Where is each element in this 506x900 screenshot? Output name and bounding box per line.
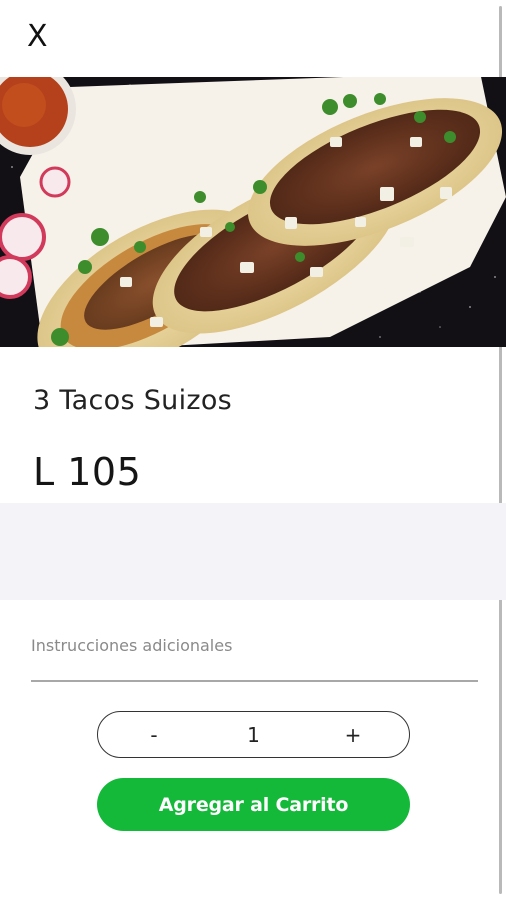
instructions-input[interactable] xyxy=(31,634,478,655)
quantity-value: 1 xyxy=(247,722,260,747)
taco-illustration xyxy=(0,77,506,347)
product-price: L 105 xyxy=(33,450,142,494)
increment-button[interactable]: + xyxy=(341,723,365,747)
options-band xyxy=(0,503,506,600)
decrement-button[interactable]: - xyxy=(142,723,166,747)
product-name: 3 Tacos Suizos xyxy=(33,385,233,416)
product-image xyxy=(0,77,506,347)
close-button[interactable]: X xyxy=(27,20,48,54)
instructions-field-wrapper xyxy=(31,634,478,682)
add-to-cart-button[interactable]: Agregar al Carrito xyxy=(97,778,410,831)
quantity-stepper: - 1 + xyxy=(97,711,410,758)
